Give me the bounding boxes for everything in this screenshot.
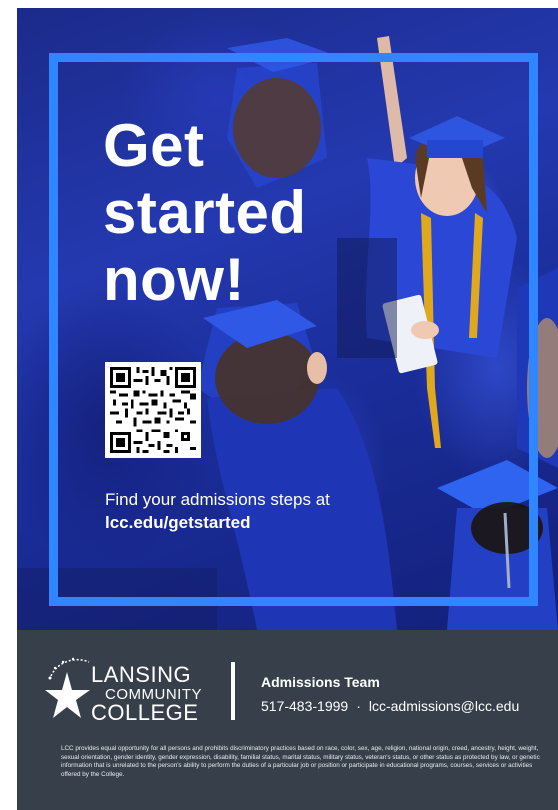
- headline-line-2: started: [103, 179, 307, 246]
- qr-code[interactable]: [105, 362, 201, 458]
- logo-line-3: COLLEGE: [91, 700, 199, 725]
- logo-line-1: LANSING: [91, 662, 192, 687]
- contact-separator: ·: [356, 698, 361, 714]
- call-to-action: Find your admissions steps at lcc.edu/ge…: [105, 488, 330, 534]
- qr-code-icon: [110, 367, 196, 453]
- poster: Get started now! Find your admissions st…: [17, 8, 558, 810]
- cta-url-link[interactable]: lcc.edu/getstarted: [105, 511, 330, 534]
- college-logo: LANSING COMMUNITY COLLEGE: [45, 654, 223, 726]
- email-link[interactable]: lcc-admissions@lcc.edu: [369, 698, 519, 714]
- headline-line-1: Get: [103, 112, 205, 179]
- logo-divider: [231, 662, 235, 720]
- team-name: Admissions Team: [261, 674, 380, 690]
- logo-wordmark: LANSING COMMUNITY COLLEGE: [91, 664, 202, 724]
- cta-text: Find your admissions steps at: [105, 490, 330, 509]
- footer: LANSING COMMUNITY COLLEGE Admissions Tea…: [17, 630, 558, 810]
- headline-line-3: now!: [103, 246, 245, 313]
- contact-info: Admissions Team 517-483-1999 · lcc-admissi…: [261, 674, 519, 714]
- headline: Get started now!: [103, 112, 307, 313]
- phone-number[interactable]: 517-483-1999: [261, 698, 348, 714]
- contact-line: 517-483-1999 · lcc-admissions@lcc.edu: [261, 698, 519, 714]
- equal-opportunity-disclaimer: LCC provides equal opportunity for all p…: [61, 745, 540, 778]
